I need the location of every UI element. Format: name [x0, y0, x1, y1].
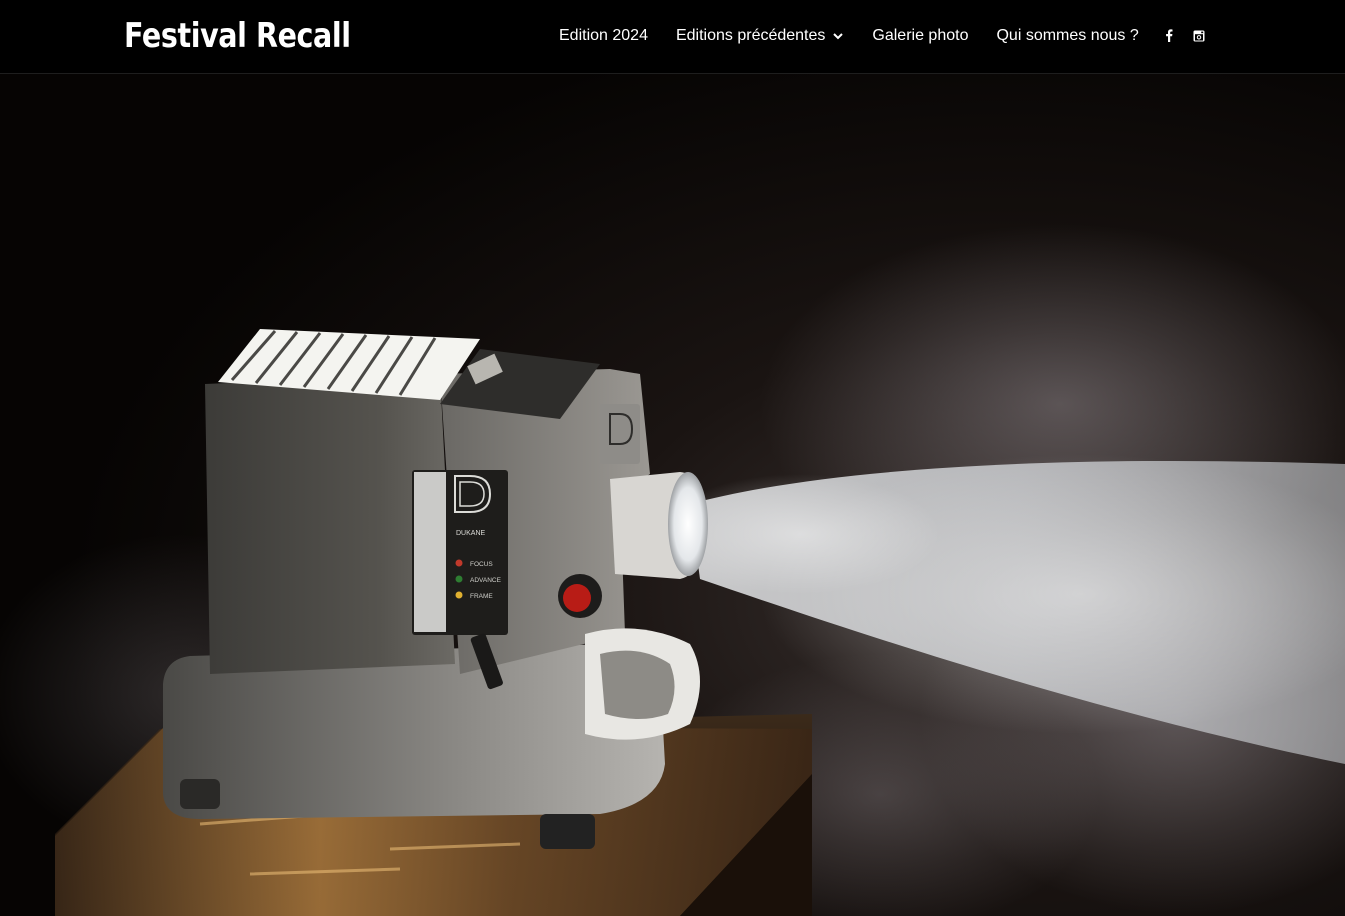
- social-links: [1165, 25, 1205, 47]
- site-header: Festival Recall Edition 2024 Editions pr…: [0, 0, 1345, 74]
- chevron-down-icon: [833, 33, 844, 40]
- instagram-link[interactable]: [1193, 29, 1205, 47]
- brand-label: DUKANE: [456, 530, 486, 537]
- facebook-icon: [1165, 29, 1173, 42]
- nav-item-label: Editions précédentes: [675, 27, 826, 44]
- control-label-frame: FRAME: [470, 593, 493, 600]
- frame-indicator: [455, 591, 463, 599]
- site-title[interactable]: Festival Recall: [124, 14, 351, 58]
- nav-item-qui-sommes-nous[interactable]: Qui sommes nous ?: [996, 25, 1138, 47]
- nav-item-edition-2024[interactable]: Edition 2024: [559, 25, 648, 47]
- control-label-advance: ADVANCE: [470, 577, 502, 584]
- advance-indicator: [455, 575, 463, 583]
- nav-item-galerie-photo[interactable]: Galerie photo: [872, 25, 968, 47]
- facebook-link[interactable]: [1165, 29, 1173, 47]
- main-nav: Edition 2024 Editions précédentes Galeri…: [559, 24, 1205, 48]
- nav-item-editions-precedentes[interactable]: Editions précédentes: [676, 25, 844, 47]
- instagram-icon: [1193, 30, 1205, 42]
- control-label-focus: FOCUS: [470, 561, 493, 568]
- focus-indicator: [455, 559, 463, 567]
- projector-photo: DUKANE FOCUS ADVANCE FRAME: [0, 74, 1345, 916]
- hero-image: DUKANE FOCUS ADVANCE FRAME: [0, 74, 1345, 916]
